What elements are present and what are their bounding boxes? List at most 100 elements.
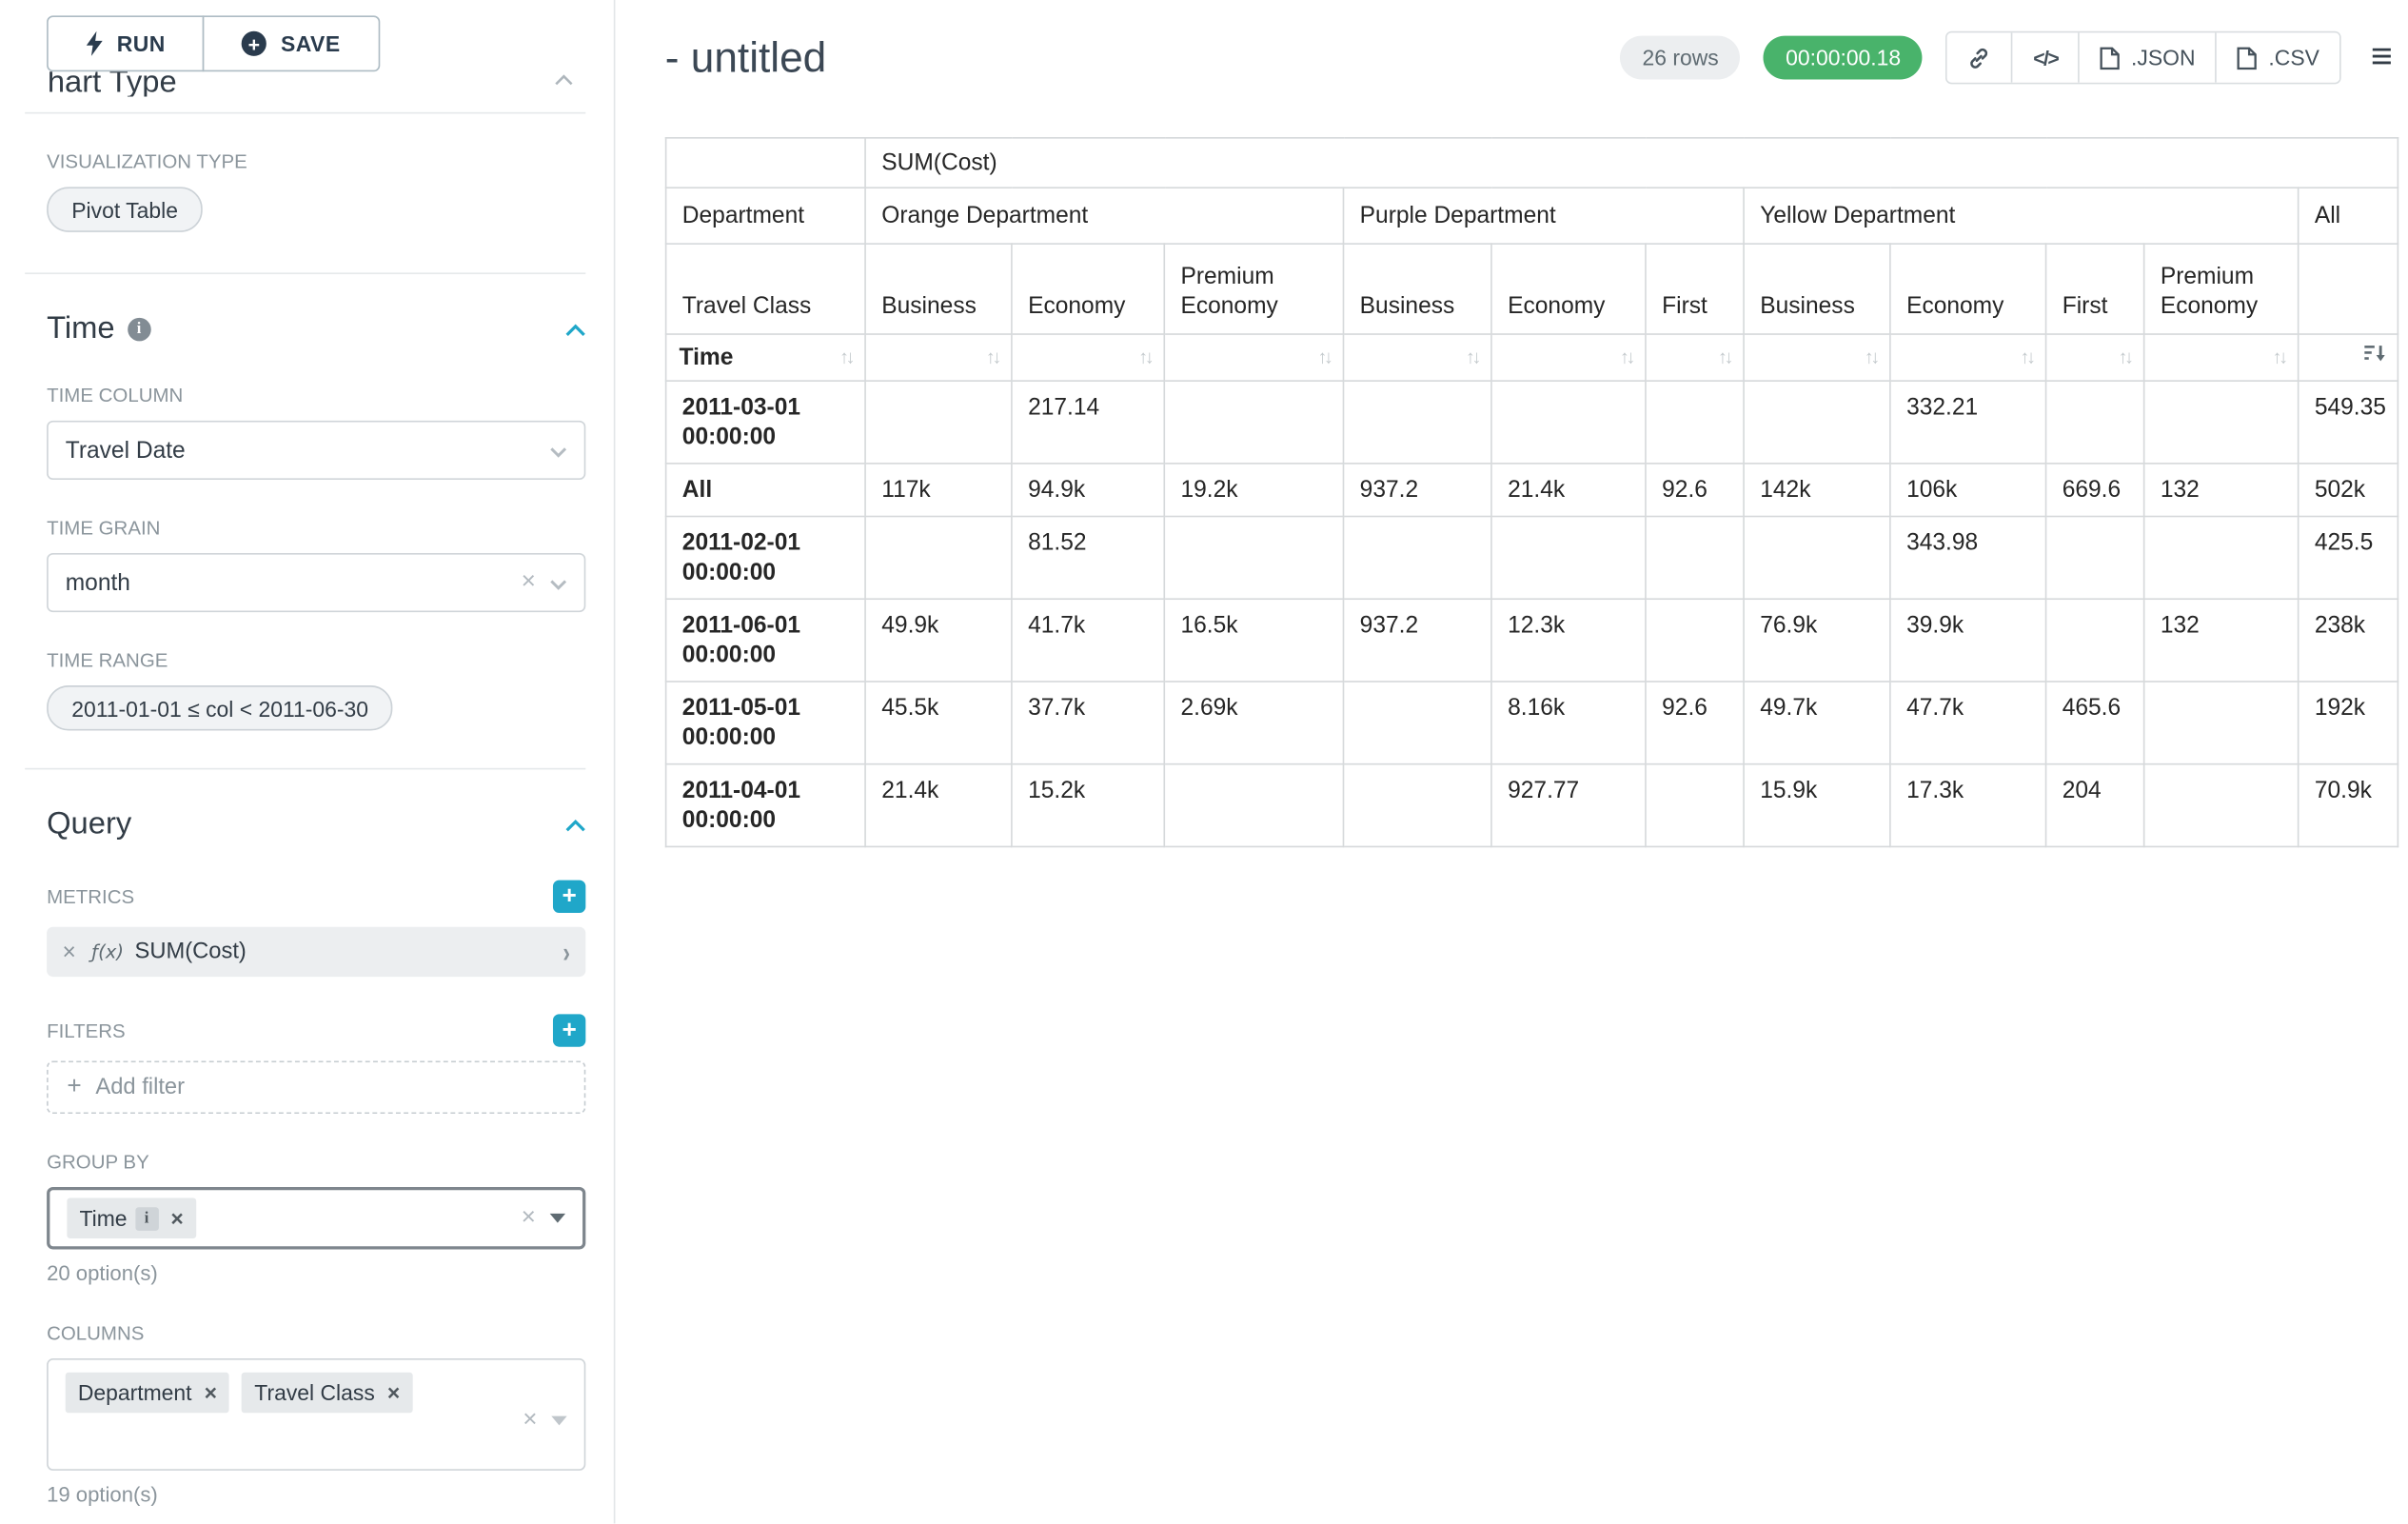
sort-icon[interactable]: ↑↓ <box>1620 343 1632 372</box>
export-csv-button[interactable]: .CSV <box>2216 32 2339 82</box>
run-button[interactable]: RUN <box>47 15 205 71</box>
data-cell <box>1646 599 1744 682</box>
data-cell <box>1491 516 1646 599</box>
data-cell: 19.2k <box>1164 464 1343 517</box>
data-cell: 204 <box>2046 764 2144 847</box>
metric-chip[interactable]: × ƒ(x) SUM(Cost) › <box>47 927 585 977</box>
save-button[interactable]: + SAVE <box>203 15 379 71</box>
data-cell: 669.6 <box>2046 464 2144 517</box>
sort-icon[interactable]: ↑↓ <box>2021 343 2033 372</box>
columns-chip-text: Department <box>78 1380 192 1405</box>
data-cell <box>2144 764 2299 847</box>
code-icon: </> <box>2033 46 2058 69</box>
remove-metric-icon[interactable]: × <box>62 939 75 965</box>
viz-type-label: VISUALIZATION TYPE <box>47 151 585 173</box>
menu-icon[interactable]: ≡ <box>2364 39 2398 76</box>
table-row: 2011-05-01 00:00:0045.5k37.7k2.69k8.16k9… <box>666 682 2398 764</box>
data-cell: 238k <box>2299 599 2398 682</box>
query-section-header: Query <box>47 807 585 843</box>
remove-chip-icon[interactable]: × <box>387 1380 400 1405</box>
data-cell: 927.77 <box>1491 764 1646 847</box>
group-by-select[interactable]: Time i × × <box>47 1187 585 1249</box>
chart-header: - untitled 26 rows 00:00:00.18 </> .JSON <box>665 0 2399 93</box>
copy-link-button[interactable] <box>1947 32 2011 82</box>
add-metric-button[interactable]: + <box>553 881 585 913</box>
sort-icon[interactable]: ↑↓ <box>1317 343 1330 372</box>
page-title[interactable]: - untitled <box>665 33 826 82</box>
data-cell <box>1343 682 1490 764</box>
embed-code-button[interactable]: </> <box>2011 32 2078 82</box>
clear-icon[interactable]: × <box>522 1206 536 1231</box>
data-cell: 332.21 <box>1890 381 2046 464</box>
csv-file-icon <box>2238 46 2258 69</box>
data-cell <box>865 381 1012 464</box>
sort-icon[interactable]: ↑↓ <box>1138 343 1151 372</box>
table-row: 2011-04-01 00:00:0021.4k15.2k927.7715.9k… <box>666 764 2398 847</box>
sort-icon[interactable]: ↑↓ <box>2273 343 2285 372</box>
metrics-row: METRICS + <box>47 881 585 913</box>
filters-label: FILTERS <box>47 1019 126 1041</box>
sort-icon[interactable]: ↑↓ <box>2119 343 2131 372</box>
csv-label: .CSV <box>2268 45 2319 69</box>
data-cell: 37.7k <box>1012 682 1164 764</box>
data-cell: 21.4k <box>865 764 1012 847</box>
clear-icon[interactable]: × <box>522 570 536 595</box>
chevron-down-icon <box>550 569 567 596</box>
data-cell <box>2046 381 2144 464</box>
data-cell <box>1164 764 1343 847</box>
time-range-value[interactable]: 2011-01-01 ≤ col < 2011-06-30 <box>47 685 393 730</box>
time-column-select[interactable]: Travel Date <box>47 421 585 480</box>
clear-icon[interactable]: × <box>523 1408 537 1433</box>
data-cell <box>2046 599 2144 682</box>
data-cell: 15.2k <box>1012 764 1164 847</box>
add-filter-button[interactable]: + Add filter <box>47 1060 585 1114</box>
columns-chip[interactable]: Travel Class × <box>242 1373 412 1414</box>
add-filter-plus-button[interactable]: + <box>553 1014 585 1046</box>
info-icon: i <box>135 1206 159 1230</box>
data-cell: 17.3k <box>1890 764 2046 847</box>
sort-desc-icon[interactable] <box>2364 343 2384 372</box>
viz-type-value[interactable]: Pivot Table <box>47 187 203 231</box>
row-dim-cell: Time↑↓ <box>666 334 865 381</box>
data-cell <box>2046 516 2144 599</box>
columns-select[interactable]: Department × Travel Class × × <box>47 1358 585 1471</box>
group-by-chip[interactable]: Time i × <box>67 1197 195 1238</box>
columns-chip[interactable]: Department × <box>66 1373 229 1414</box>
export-json-button[interactable]: .JSON <box>2078 32 2215 82</box>
collapse-time-section-icon[interactable] <box>565 315 585 343</box>
col-dim-label: Travel Class <box>666 244 865 334</box>
table-row: 2011-02-01 00:00:0081.52343.98425.5 <box>666 516 2398 599</box>
columns-options-count: 19 option(s) <box>47 1483 585 1507</box>
class-header: Business <box>1343 244 1490 334</box>
class-header: First <box>2046 244 2144 334</box>
add-filter-label: Add filter <box>95 1075 185 1099</box>
department-header: Purple Department <box>1343 188 1744 244</box>
data-cell: 549.35 <box>2299 381 2398 464</box>
data-cell: 132 <box>2144 464 2299 517</box>
row-header: 2011-04-01 00:00:00 <box>666 764 865 847</box>
columns-chip-text: Travel Class <box>254 1380 374 1405</box>
remove-chip-icon[interactable]: × <box>170 1206 183 1231</box>
fx-icon: ƒ(x) <box>91 940 124 962</box>
data-cell <box>1343 381 1490 464</box>
corner-cell <box>666 138 865 188</box>
class-header: First <box>1646 244 1744 334</box>
sort-icon[interactable]: ↑↓ <box>839 343 852 372</box>
metrics-label: METRICS <box>47 885 134 907</box>
data-cell <box>2144 682 2299 764</box>
sort-icon[interactable]: ↑↓ <box>1466 343 1478 372</box>
data-cell: 41.7k <box>1012 599 1164 682</box>
remove-chip-icon[interactable]: × <box>205 1380 217 1405</box>
sort-icon[interactable]: ↑↓ <box>1718 343 1730 372</box>
class-header: Economy <box>1012 244 1164 334</box>
sort-icon[interactable]: ↑↓ <box>1865 343 1877 372</box>
time-grain-select[interactable]: month × <box>47 553 585 612</box>
data-cell <box>2144 516 2299 599</box>
data-cell <box>1164 516 1343 599</box>
timer-badge: 00:00:00.18 <box>1764 36 1923 80</box>
collapse-query-section-icon[interactable] <box>565 811 585 839</box>
info-icon: i <box>128 318 151 342</box>
chevron-down-icon <box>550 1214 565 1223</box>
data-cell: 92.6 <box>1646 464 1744 517</box>
sort-icon[interactable]: ↑↓ <box>986 343 998 372</box>
